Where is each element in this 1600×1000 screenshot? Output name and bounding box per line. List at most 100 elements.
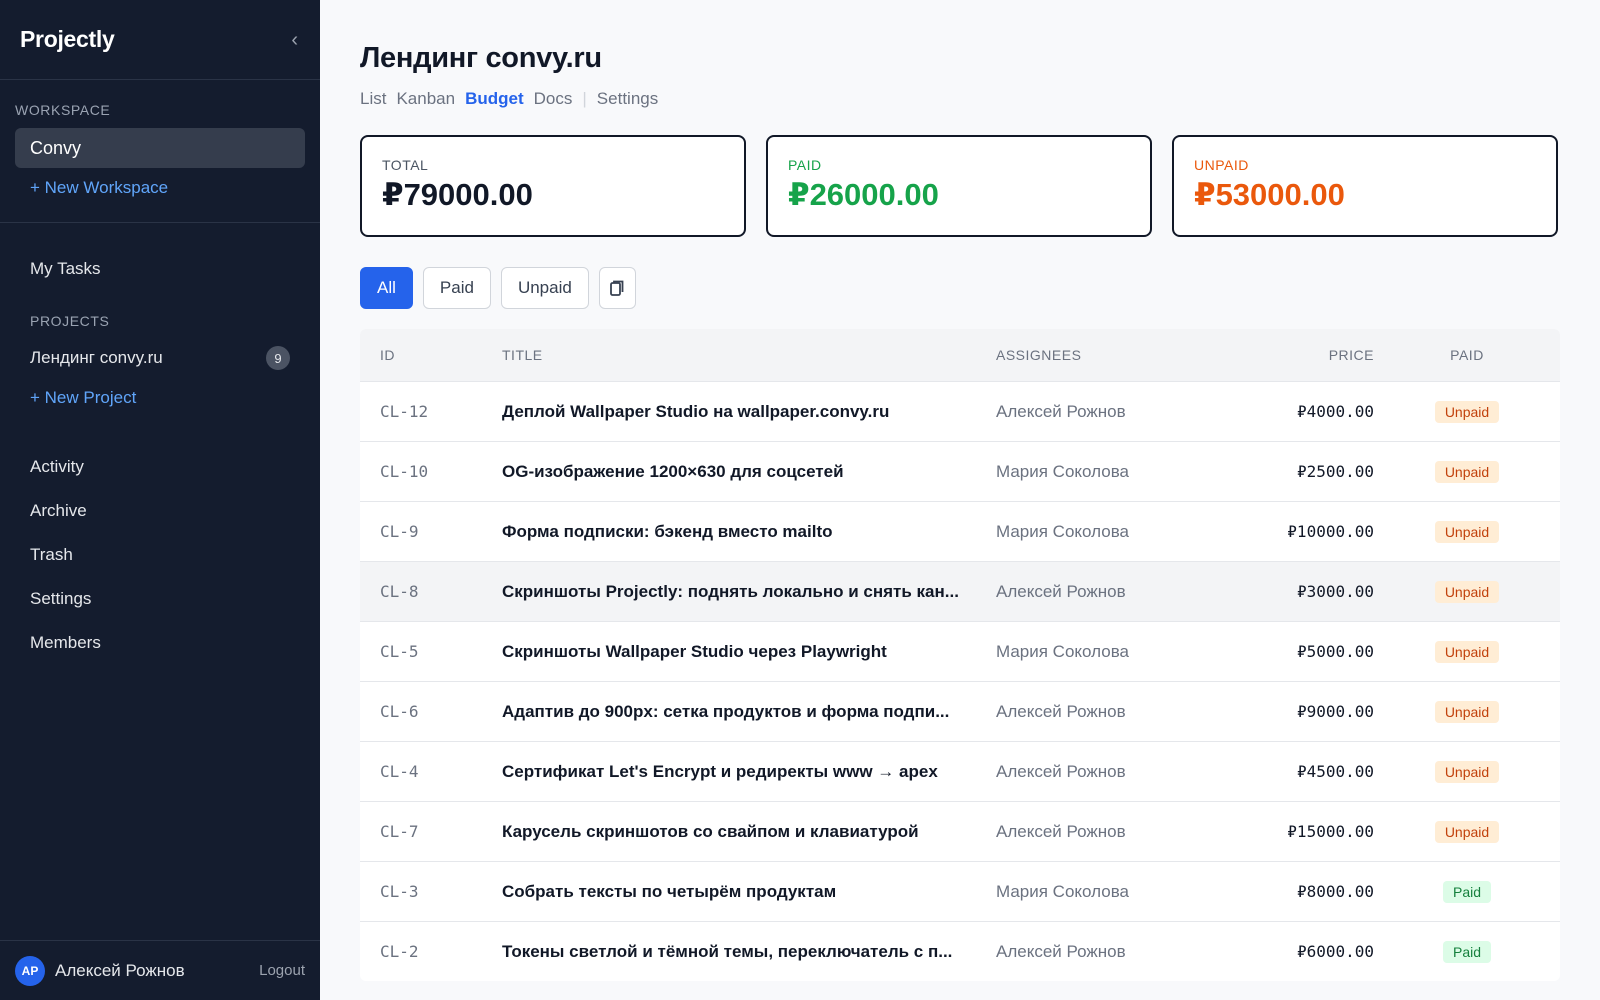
- filter-unpaid-button[interactable]: Unpaid: [500, 267, 589, 309]
- table-header: ID TITLE ASSIGNEES PRICE PAID: [360, 329, 1560, 381]
- status-badge[interactable]: Unpaid: [1434, 640, 1500, 663]
- tab-kanban[interactable]: Kanban: [396, 89, 455, 109]
- task-price: ₽8000.00: [1296, 882, 1374, 901]
- status-badge[interactable]: Unpaid: [1434, 520, 1500, 543]
- paid-cell: Unpaid: [1374, 520, 1560, 543]
- task-id: CL-5: [380, 642, 419, 661]
- task-assignee: Алексей Рожнов: [996, 821, 1126, 841]
- unpaid-value: ₽53000.00: [1194, 177, 1345, 212]
- table-row[interactable]: CL-7 Карусель скриншотов со свайпом и кла…: [360, 801, 1560, 861]
- status-badge[interactable]: Paid: [1442, 880, 1492, 903]
- paid-cell: Unpaid: [1374, 760, 1560, 783]
- sidebar-item-archive[interactable]: Archive: [0, 489, 320, 533]
- sidebar: Projectly ‹ WORKSPACE Convy + New Worksp…: [0, 0, 320, 1000]
- sidebar-item-settings[interactable]: Settings: [0, 577, 320, 621]
- table-row[interactable]: CL-3 Собрать тексты по четырём продуктам М…: [360, 861, 1560, 921]
- table-row[interactable]: CL-6 Адаптив до 900px: сетка продуктов и …: [360, 681, 1560, 741]
- project-tabs: List Kanban Budget Docs | Settings: [360, 89, 1560, 109]
- task-price: ₽5000.00: [1296, 642, 1374, 661]
- status-badge[interactable]: Unpaid: [1434, 760, 1500, 783]
- task-price: ₽4500.00: [1296, 762, 1374, 781]
- logout-button[interactable]: Logout: [259, 962, 305, 979]
- task-id: CL-4: [380, 762, 419, 781]
- header-price: PRICE: [1328, 347, 1374, 363]
- workspace-label: WORKSPACE: [15, 102, 111, 118]
- task-price: ₽4000.00: [1296, 402, 1374, 421]
- status-badge[interactable]: Unpaid: [1434, 400, 1500, 423]
- table-row[interactable]: CL-10 OG-изображение 1200×630 для соцсете…: [360, 441, 1560, 501]
- task-title[interactable]: Скриншоты Projectly: поднять локально и …: [502, 582, 996, 602]
- paid-cell: Unpaid: [1374, 460, 1560, 483]
- tab-budget[interactable]: Budget: [465, 89, 524, 109]
- workspace-item[interactable]: Convy: [15, 128, 305, 168]
- task-assignee: Мария Соколова: [996, 881, 1129, 901]
- sidebar-item-members[interactable]: Members: [0, 621, 320, 665]
- task-id: CL-8: [380, 582, 419, 601]
- task-id: CL-2: [380, 942, 419, 961]
- task-title[interactable]: Сертификат Let's Encrypt и редиректы www…: [502, 762, 996, 782]
- table-body: CL-12 Деплой Wallpaper Studio на wallpape…: [360, 381, 1560, 981]
- task-id: CL-7: [380, 822, 419, 841]
- avatar[interactable]: АР: [15, 955, 45, 986]
- paid-label: PAID: [788, 157, 822, 173]
- new-project-link[interactable]: + New Project: [30, 388, 136, 408]
- table-row[interactable]: CL-5 Скриншоты Wallpaper Studio через Pla…: [360, 621, 1560, 681]
- header-id: ID: [380, 347, 395, 363]
- table-row[interactable]: CL-8 Скриншоты Projectly: поднять локальн…: [360, 561, 1560, 621]
- task-price: ₽6000.00: [1296, 942, 1374, 961]
- sidebar-item-my-tasks[interactable]: My Tasks: [0, 247, 320, 291]
- paid-card: PAID ₽26000.00: [766, 135, 1152, 237]
- workspace-section: WORKSPACE Convy + New Workspace: [0, 80, 320, 223]
- task-assignee: Алексей Рожнов: [996, 581, 1126, 601]
- status-badge[interactable]: Unpaid: [1434, 580, 1500, 603]
- task-id: CL-12: [380, 402, 429, 421]
- task-assignee: Мария Соколова: [996, 461, 1129, 481]
- status-badge[interactable]: Unpaid: [1434, 700, 1500, 723]
- brand-logo[interactable]: Projectly: [20, 26, 115, 53]
- task-assignee: Алексей Рожнов: [996, 701, 1126, 721]
- task-title[interactable]: Адаптив до 900px: сетка продуктов и форм…: [502, 702, 996, 722]
- status-badge[interactable]: Paid: [1442, 940, 1492, 963]
- task-assignee: Алексей Рожнов: [996, 401, 1126, 421]
- brand-row: Projectly ‹: [0, 0, 320, 80]
- task-title[interactable]: Токены светлой и тёмной темы, переключат…: [502, 942, 996, 962]
- table-row[interactable]: CL-12 Деплой Wallpaper Studio на wallpape…: [360, 381, 1560, 441]
- task-title[interactable]: Карусель скриншотов со свайпом и клавиат…: [502, 822, 996, 842]
- tab-list[interactable]: List: [360, 89, 386, 109]
- chevron-left-icon[interactable]: ‹: [291, 30, 298, 50]
- sidebar-item-activity[interactable]: Activity: [0, 445, 320, 489]
- filter-all-button[interactable]: All: [360, 267, 413, 309]
- task-price: ₽3000.00: [1296, 582, 1374, 601]
- sidebar-item-project[interactable]: Лендинг convy.ru 9: [0, 341, 320, 375]
- task-assignee: Алексей Рожнов: [996, 761, 1126, 781]
- header-title: TITLE: [502, 347, 543, 363]
- paid-cell: Unpaid: [1374, 700, 1560, 723]
- status-badge[interactable]: Unpaid: [1434, 460, 1500, 483]
- task-assignee: Мария Соколова: [996, 521, 1129, 541]
- task-id: CL-9: [380, 522, 419, 541]
- copy-button[interactable]: [598, 267, 636, 309]
- unpaid-label: UNPAID: [1194, 157, 1249, 173]
- sidebar-item-trash[interactable]: Trash: [0, 533, 320, 577]
- new-workspace-link[interactable]: + New Workspace: [15, 178, 305, 200]
- paid-cell: Unpaid: [1374, 820, 1560, 843]
- total-label: TOTAL: [382, 157, 429, 173]
- table-row[interactable]: CL-4 Сертификат Let's Encrypt и редиректы…: [360, 741, 1560, 801]
- table-row[interactable]: CL-2 Токены светлой и тёмной темы, перекл…: [360, 921, 1560, 981]
- task-title[interactable]: Форма подписки: бэкенд вместо mailto: [502, 522, 996, 542]
- paid-cell: Paid: [1374, 940, 1560, 963]
- filter-paid-button[interactable]: Paid: [422, 267, 491, 309]
- user-name: Алексей Рожнов: [55, 960, 185, 980]
- table-row[interactable]: CL-9 Форма подписки: бэкенд вместо mailto…: [360, 501, 1560, 561]
- clipboard-icon: [610, 280, 624, 296]
- task-title[interactable]: OG-изображение 1200×630 для соцсетей: [502, 462, 996, 482]
- task-title[interactable]: Собрать тексты по четырём продуктам: [502, 882, 996, 902]
- tab-docs[interactable]: Docs: [534, 89, 573, 109]
- task-title[interactable]: Деплой Wallpaper Studio на wallpaper.con…: [502, 402, 996, 422]
- status-badge[interactable]: Unpaid: [1434, 820, 1500, 843]
- user-row: АР Алексей Рожнов Logout: [0, 940, 320, 1000]
- task-id: CL-10: [380, 462, 429, 481]
- paid-cell: Unpaid: [1374, 400, 1560, 423]
- task-title[interactable]: Скриншоты Wallpaper Studio через Playwri…: [502, 642, 996, 662]
- tab-settings[interactable]: Settings: [597, 89, 658, 109]
